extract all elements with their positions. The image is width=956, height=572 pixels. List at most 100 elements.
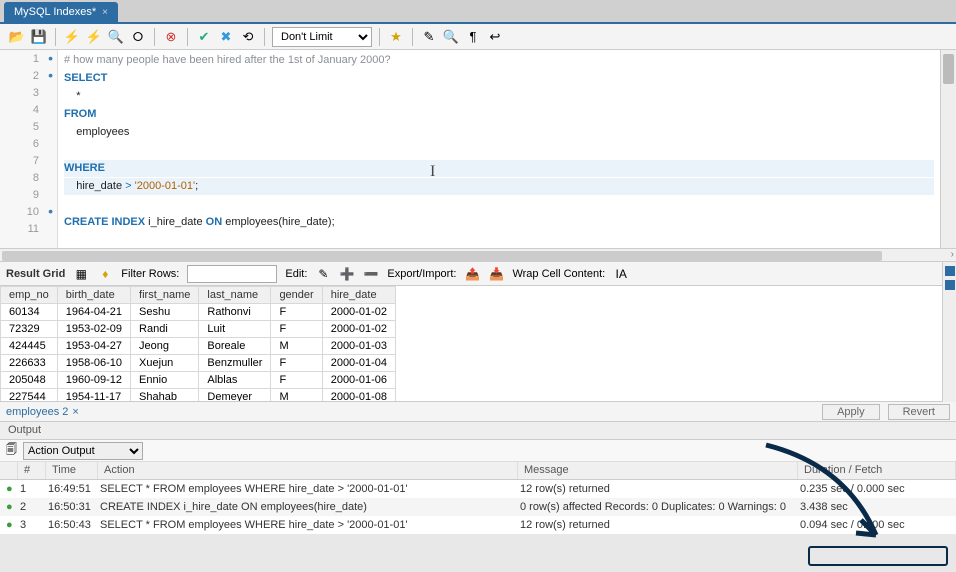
table-row[interactable]: 601341964-04-21SeshuRathonviF2000-01-02 bbox=[1, 304, 396, 321]
col-header[interactable]: birth_date bbox=[57, 287, 130, 304]
stop-icon[interactable]: ⭘ bbox=[129, 28, 147, 46]
table-row[interactable]: 2050481960-09-12EnnioAlblasF2000-01-06 bbox=[1, 372, 396, 389]
cell[interactable]: 2000-01-06 bbox=[322, 372, 395, 389]
action-header: # Time Action Message Duration / Fetch bbox=[0, 462, 956, 480]
transaction-icon[interactable]: ⟲ bbox=[239, 28, 257, 46]
cell[interactable]: 60134 bbox=[1, 304, 58, 321]
output-mode-select[interactable]: Action Output bbox=[23, 442, 143, 460]
grid-view-icon[interactable]: ▦ bbox=[73, 266, 89, 282]
cell[interactable]: F bbox=[271, 304, 322, 321]
action-row[interactable]: ●316:50:43SELECT * FROM employees WHERE … bbox=[0, 516, 956, 534]
revert-button[interactable]: Revert bbox=[888, 404, 950, 420]
cell[interactable]: 72329 bbox=[1, 321, 58, 338]
code-area[interactable]: # how many people have been hired after … bbox=[58, 50, 940, 248]
wrap-toggle-icon[interactable]: IA bbox=[613, 266, 629, 282]
cell[interactable]: 1960-09-12 bbox=[57, 372, 130, 389]
clear-output-icon[interactable]: 🗐 bbox=[6, 441, 17, 460]
row-action: SELECT * FROM employees WHERE hire_date … bbox=[94, 483, 514, 495]
execute-step-icon[interactable]: ⚡ bbox=[85, 28, 103, 46]
commit-icon[interactable]: ⊗ bbox=[162, 28, 180, 46]
autocommit-on-icon[interactable]: ✔ bbox=[195, 28, 213, 46]
col-header[interactable]: hire_date bbox=[322, 287, 395, 304]
cell[interactable]: M bbox=[271, 338, 322, 355]
save-icon[interactable]: 💾 bbox=[30, 28, 48, 46]
edit-icon[interactable]: ✎ bbox=[315, 266, 331, 282]
cell[interactable]: 2000-01-02 bbox=[322, 321, 395, 338]
cell[interactable]: 1953-04-27 bbox=[57, 338, 130, 355]
sql-editor[interactable]: 1 2 3 4 5 6 7 8 9 10 11 # how many peopl… bbox=[0, 50, 956, 248]
cell[interactable]: Randi bbox=[131, 321, 199, 338]
cell[interactable]: Demeyer bbox=[199, 389, 271, 403]
file-tab[interactable]: MySQL Indexes* × bbox=[4, 2, 118, 22]
editor-scrollbar[interactable] bbox=[940, 50, 956, 248]
result-table: emp_no birth_date first_name last_name g… bbox=[0, 286, 396, 402]
cell[interactable]: 226633 bbox=[1, 355, 58, 372]
autocommit-off-icon[interactable]: ✖ bbox=[217, 28, 235, 46]
filter-icon[interactable]: ♦ bbox=[97, 266, 113, 282]
cell[interactable]: M bbox=[271, 389, 322, 403]
explain-icon[interactable]: 🔍 bbox=[107, 28, 125, 46]
cell[interactable]: F bbox=[271, 372, 322, 389]
cell[interactable]: Xuejun bbox=[131, 355, 199, 372]
close-icon[interactable]: × bbox=[72, 406, 78, 418]
result-grid[interactable]: emp_no birth_date first_name last_name g… bbox=[0, 286, 956, 402]
filter-input[interactable] bbox=[187, 265, 277, 283]
limit-select[interactable]: Don't Limit bbox=[272, 27, 372, 47]
invisible-icon[interactable]: ¶ bbox=[464, 28, 482, 46]
table-row[interactable]: 723291953-02-09RandiLuitF2000-01-02 bbox=[1, 321, 396, 338]
export-icon[interactable]: 📤 bbox=[464, 266, 480, 282]
cell[interactable]: Ennio bbox=[131, 372, 199, 389]
cell[interactable]: Jeong bbox=[131, 338, 199, 355]
separator bbox=[412, 28, 413, 46]
cell[interactable]: 2000-01-03 bbox=[322, 338, 395, 355]
scroll-thumb[interactable] bbox=[2, 251, 882, 261]
cell[interactable]: Boreale bbox=[199, 338, 271, 355]
table-row[interactable]: 2275441954-11-17ShahabDemeyerM2000-01-08 bbox=[1, 389, 396, 403]
action-row[interactable]: ●216:50:31CREATE INDEX i_hire_date ON em… bbox=[0, 498, 956, 516]
import-icon[interactable]: 📥 bbox=[488, 266, 504, 282]
result-tab[interactable]: employees 2× bbox=[6, 406, 79, 418]
line-number: 8 bbox=[0, 170, 57, 187]
scroll-thumb[interactable] bbox=[943, 54, 954, 84]
cell[interactable]: 1958-06-10 bbox=[57, 355, 130, 372]
execute-icon[interactable]: ⚡ bbox=[63, 28, 81, 46]
cell[interactable]: 2000-01-08 bbox=[322, 389, 395, 403]
delete-row-icon[interactable]: ➖ bbox=[363, 266, 379, 282]
find-icon[interactable]: ✎ bbox=[420, 28, 438, 46]
cell[interactable]: 1964-04-21 bbox=[57, 304, 130, 321]
cell[interactable]: Alblas bbox=[199, 372, 271, 389]
col-header[interactable]: last_name bbox=[199, 287, 271, 304]
cell[interactable]: Luit bbox=[199, 321, 271, 338]
cell[interactable]: 205048 bbox=[1, 372, 58, 389]
cell[interactable]: Rathonvi bbox=[199, 304, 271, 321]
col-header[interactable]: emp_no bbox=[1, 287, 58, 304]
open-icon[interactable]: 📂 bbox=[8, 28, 26, 46]
cell[interactable]: 2000-01-02 bbox=[322, 304, 395, 321]
action-row[interactable]: ●116:49:51SELECT * FROM employees WHERE … bbox=[0, 480, 956, 498]
cell[interactable]: 1954-11-17 bbox=[57, 389, 130, 403]
col-header[interactable]: first_name bbox=[131, 287, 199, 304]
cell[interactable]: 424445 bbox=[1, 338, 58, 355]
cell[interactable]: 1953-02-09 bbox=[57, 321, 130, 338]
cell[interactable]: Benzmuller bbox=[199, 355, 271, 372]
add-row-icon[interactable]: ➕ bbox=[339, 266, 355, 282]
cell[interactable]: Seshu bbox=[131, 304, 199, 321]
search-icon[interactable]: 🔍 bbox=[442, 28, 460, 46]
beautify-icon[interactable]: ★ bbox=[387, 28, 405, 46]
cell[interactable]: Shahab bbox=[131, 389, 199, 403]
result-tab-bar: employees 2× Apply Revert bbox=[0, 402, 956, 422]
cell[interactable]: F bbox=[271, 355, 322, 372]
cell[interactable]: 227544 bbox=[1, 389, 58, 403]
apply-button[interactable]: Apply bbox=[822, 404, 880, 420]
close-icon[interactable]: × bbox=[102, 7, 108, 18]
table-row[interactable]: 2266331958-06-10XuejunBenzmullerF2000-01… bbox=[1, 355, 396, 372]
cell[interactable]: F bbox=[271, 321, 322, 338]
row-message: 12 row(s) returned bbox=[514, 519, 794, 531]
table-row[interactable]: 4244451953-04-27JeongBorealeM2000-01-03 bbox=[1, 338, 396, 355]
cell[interactable]: 2000-01-04 bbox=[322, 355, 395, 372]
horizontal-scrollbar[interactable]: › bbox=[0, 248, 956, 262]
keyword: CREATE INDEX bbox=[64, 216, 145, 228]
col-header[interactable]: gender bbox=[271, 287, 322, 304]
wrap-icon[interactable]: ↩ bbox=[486, 28, 504, 46]
chevron-right-icon[interactable]: › bbox=[951, 249, 954, 260]
